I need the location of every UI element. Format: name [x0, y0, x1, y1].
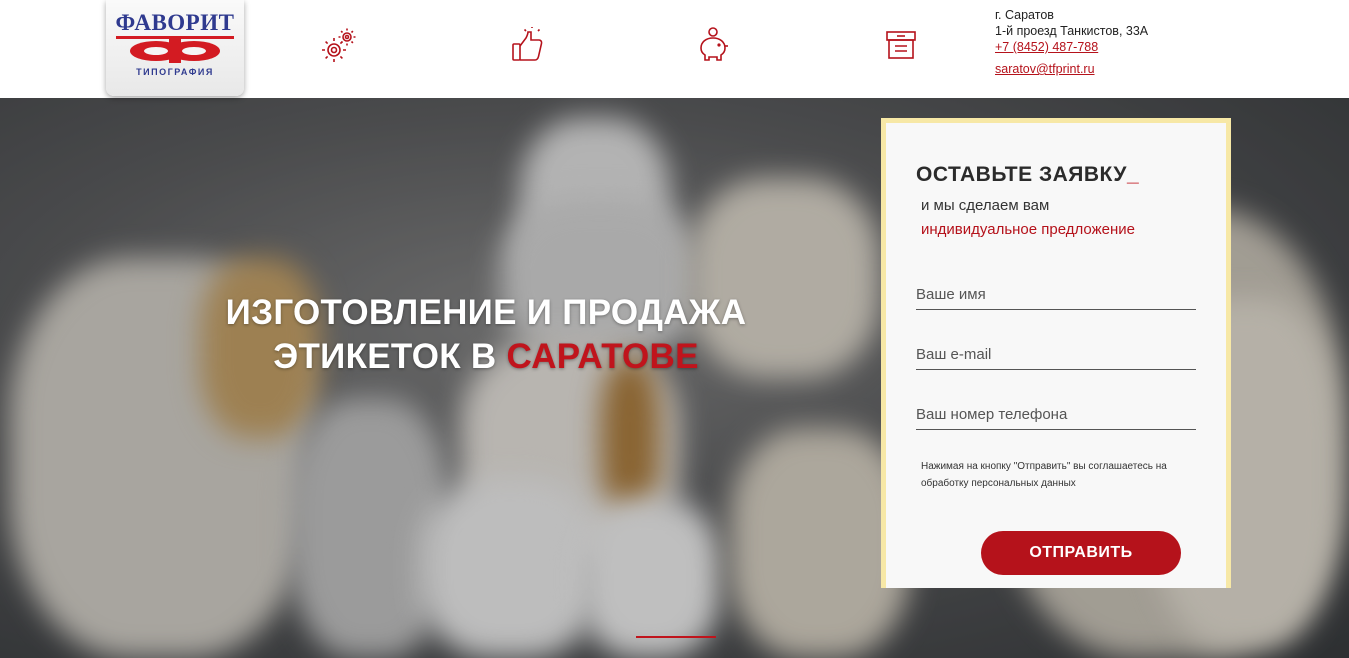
- email-field[interactable]: [916, 340, 1196, 370]
- contact-city: г. Саратов: [995, 8, 1054, 22]
- logo-mark-icon: [116, 36, 234, 63]
- contact-info: г. Саратов 1-й проезд Танкистов, 33А +7 …: [995, 7, 1148, 77]
- submit-button[interactable]: ОТПРАВИТЬ: [981, 531, 1181, 575]
- name-field[interactable]: [916, 280, 1196, 310]
- form-title-text: ОСТАВЬТЕ ЗАЯВКУ: [916, 163, 1127, 186]
- gear-icon: [320, 26, 358, 64]
- contact-phone-link[interactable]: +7 (8452) 487-788: [995, 39, 1148, 55]
- logo-subtitle: ТИПОГРАФИЯ: [136, 67, 214, 77]
- hero-title-line2-prefix: ЭТИКЕТОК В: [273, 337, 507, 376]
- form-title-cursor: _: [1126, 163, 1140, 186]
- site-header: ФАВОРИТ ТИПОГРАФИЯ г. Саратов 1-й проезд…: [0, 0, 1349, 98]
- hero-title: ИЗГОТОВЛЕНИЕ И ПРОДАЖА ЭТИКЕТОК В САРАТО…: [186, 291, 786, 379]
- contact-email-link[interactable]: saratov@tfprint.ru: [995, 61, 1148, 77]
- form-title: ОСТАВЬТЕ ЗАЯВКУ_: [916, 163, 1139, 187]
- phone-field[interactable]: [916, 400, 1196, 430]
- thumbs-up-icon: [508, 26, 546, 64]
- hero-title-accent: САРАТОВЕ: [506, 337, 699, 376]
- archive-box-icon: [882, 26, 920, 64]
- consent-text: Нажимая на кнопку "Отправить" вы соглаша…: [921, 461, 1167, 489]
- form-subtitle: и мы сделаем вам: [921, 197, 1050, 214]
- contact-address: 1-й проезд Танкистов, 33А: [995, 24, 1149, 38]
- hero-divider: [636, 636, 716, 638]
- request-form-card: ОСТАВЬТЕ ЗАЯВКУ_ и мы сделаем вам индиви…: [881, 118, 1231, 588]
- logo[interactable]: ФАВОРИТ ТИПОГРАФИЯ: [106, 0, 244, 96]
- form-subtitle-accent: индивидуальное предложение: [921, 221, 1135, 238]
- hero-title-line1: ИЗГОТОВЛЕНИЕ И ПРОДАЖА: [225, 293, 747, 332]
- logo-title: ФАВОРИТ: [115, 10, 235, 35]
- piggy-bank-icon: [694, 26, 732, 64]
